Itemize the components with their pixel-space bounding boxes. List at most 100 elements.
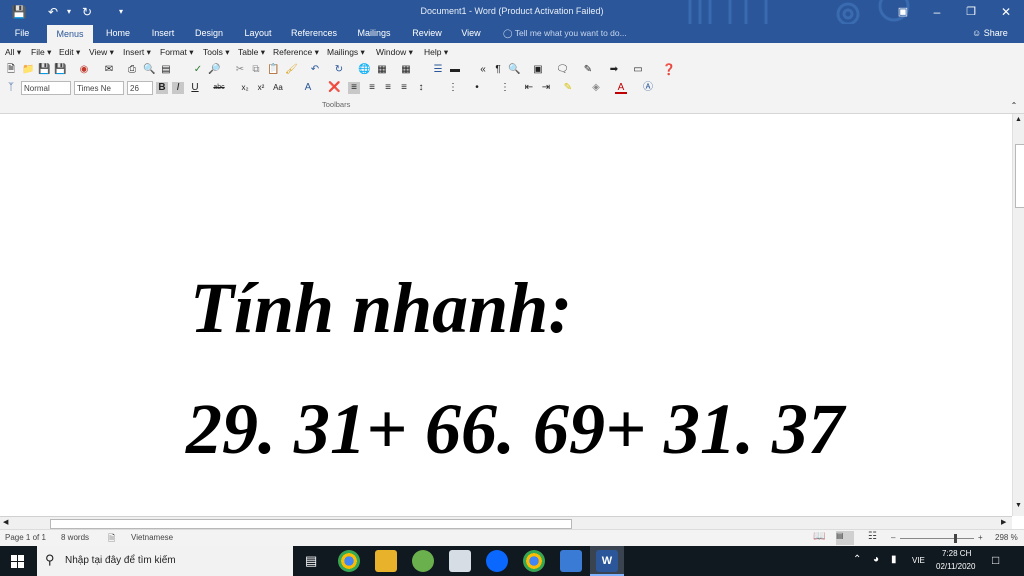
- tab-menus[interactable]: Menus: [47, 25, 93, 43]
- permission-icon[interactable]: ◉: [78, 64, 90, 76]
- word-taskbar-button[interactable]: W: [590, 546, 624, 576]
- align-center-icon[interactable]: ≡: [366, 82, 378, 94]
- chrome-icon[interactable]: [338, 550, 360, 572]
- comment-icon[interactable]: 🗨: [556, 64, 569, 76]
- reviewing-pane-icon[interactable]: ▭: [632, 64, 644, 76]
- print-icon[interactable]: ⎙: [126, 64, 138, 76]
- next-change-icon[interactable]: ➡: [608, 64, 620, 76]
- show-hide-icon[interactable]: ¶: [492, 64, 504, 76]
- save-icon[interactable]: 💾: [38, 64, 50, 76]
- insert-table-icon[interactable]: ▦: [400, 64, 412, 76]
- menu-file[interactable]: File ▾: [31, 47, 51, 58]
- menu-help[interactable]: Help ▾: [424, 47, 448, 58]
- scroll-right-icon[interactable]: ▶: [1001, 518, 1006, 526]
- font-select[interactable]: Times Ne: [74, 81, 124, 95]
- language-label[interactable]: Vietnamese: [131, 533, 173, 542]
- multilevel-list-icon[interactable]: ⋮: [499, 82, 511, 94]
- print-preview-icon[interactable]: 🔍: [143, 64, 155, 76]
- vertical-scrollbar[interactable]: ▲ ▼: [1012, 114, 1024, 516]
- task-view-icon[interactable]: ▤: [305, 553, 317, 569]
- align-left-icon[interactable]: ≡: [348, 82, 360, 94]
- save-all-icon[interactable]: 💾: [54, 64, 66, 76]
- ribbon-display-icon[interactable]: ▣: [886, 0, 920, 24]
- zalo-icon[interactable]: [486, 550, 508, 572]
- tab-mailings[interactable]: Mailings: [352, 24, 396, 43]
- numbering-icon[interactable]: ⋮: [447, 82, 459, 94]
- shading-icon[interactable]: ◈: [590, 82, 602, 94]
- app-green-icon[interactable]: [412, 550, 434, 572]
- zoom-icon[interactable]: 🔍: [508, 64, 520, 76]
- menu-window[interactable]: Window ▾: [376, 47, 413, 58]
- highlight-icon[interactable]: ✎: [562, 82, 574, 94]
- menu-tools[interactable]: Tools ▾: [203, 47, 229, 58]
- clock-time[interactable]: 7:28 CH: [942, 549, 971, 558]
- network-icon[interactable]: ◕: [873, 554, 879, 565]
- vertical-scroll-thumb[interactable]: [1015, 144, 1024, 208]
- tab-insert[interactable]: Insert: [145, 24, 181, 43]
- clock-date[interactable]: 02/11/2020: [936, 562, 975, 571]
- line-spacing-icon[interactable]: ↕: [415, 82, 427, 94]
- bold-icon[interactable]: B: [156, 82, 168, 94]
- styles-icon[interactable]: ᛉ: [5, 82, 17, 94]
- page-count[interactable]: Page 1 of 1: [5, 533, 46, 542]
- web-layout-icon[interactable]: ☷: [868, 531, 877, 542]
- align-right-icon[interactable]: ≡: [382, 82, 394, 94]
- spelling-icon[interactable]: ✓: [192, 64, 204, 76]
- menu-mailings[interactable]: Mailings ▾: [327, 47, 365, 58]
- menu-view[interactable]: View ▾: [89, 47, 114, 58]
- style-select[interactable]: Normal: [21, 81, 71, 95]
- font-size-select[interactable]: 26: [127, 81, 153, 95]
- tray-expand-icon[interactable]: ⌃: [853, 554, 861, 565]
- document-page[interactable]: Tính nhanh: 29. 31+ 66. 69+ 31. 37: [0, 114, 1012, 516]
- tables-borders-icon[interactable]: ▦: [376, 64, 388, 76]
- cut-icon[interactable]: ✂: [234, 64, 246, 76]
- minimize-button[interactable]: –: [920, 0, 954, 24]
- format-painter-icon[interactable]: 🖌: [285, 64, 298, 76]
- print-layout-icon[interactable]: ▤: [836, 531, 854, 545]
- strikethrough-icon[interactable]: abc: [213, 82, 225, 94]
- redo-icon[interactable]: ↻: [333, 64, 345, 76]
- tab-design[interactable]: Design: [189, 24, 229, 43]
- hyperlink-icon[interactable]: 🌐: [358, 64, 370, 76]
- battery-icon[interactable]: ▮: [891, 554, 897, 565]
- language-indicator[interactable]: VIE: [912, 556, 925, 565]
- justify-icon[interactable]: ≡: [398, 82, 410, 94]
- columns-icon[interactable]: ☰: [432, 64, 444, 76]
- open-folder-icon[interactable]: 📁: [22, 64, 34, 76]
- help-icon[interactable]: ❓: [662, 64, 676, 76]
- page-setup-icon[interactable]: ▤: [160, 64, 172, 76]
- email-icon[interactable]: ✉: [103, 64, 115, 76]
- restore-button[interactable]: ❐: [954, 0, 988, 24]
- notifications-icon[interactable]: □: [992, 553, 999, 567]
- scroll-up-icon[interactable]: ▲: [1015, 116, 1022, 123]
- zoom-in-button[interactable]: +: [978, 533, 983, 542]
- copy-icon[interactable]: ⧉: [250, 64, 262, 76]
- menu-all[interactable]: All ▾: [5, 47, 21, 58]
- font-color-icon[interactable]: A: [615, 82, 627, 94]
- tab-layout[interactable]: Layout: [238, 24, 278, 43]
- menu-reference[interactable]: Reference ▾: [273, 47, 319, 58]
- decrease-indent-icon[interactable]: ⇤: [523, 82, 535, 94]
- zoom-level[interactable]: 298 %: [995, 533, 1018, 542]
- app-network-icon[interactable]: [560, 550, 582, 572]
- tab-review[interactable]: Review: [407, 24, 447, 43]
- horizontal-scroll-thumb[interactable]: [50, 519, 572, 529]
- drawing-icon[interactable]: ▬: [449, 64, 461, 76]
- underline-icon[interactable]: U: [189, 82, 201, 94]
- zoom-slider-thumb[interactable]: [954, 534, 957, 543]
- change-case-icon[interactable]: Aa: [272, 82, 284, 94]
- tab-references[interactable]: References: [288, 24, 340, 43]
- clear-formatting-icon[interactable]: ❌: [328, 82, 340, 94]
- scroll-left-icon[interactable]: ◀: [3, 518, 8, 526]
- track-changes-icon[interactable]: ✎: [582, 64, 594, 76]
- menu-edit[interactable]: Edit ▾: [59, 47, 80, 58]
- tab-home[interactable]: Home: [100, 24, 136, 43]
- new-document-icon[interactable]: 🗎: [5, 64, 17, 76]
- proofing-icon[interactable]: 🗎: [108, 531, 115, 547]
- tell-me-box[interactable]: ◯ Tell me what you want to do...: [503, 24, 627, 43]
- close-button[interactable]: ✕: [989, 0, 1023, 24]
- zoom-slider[interactable]: [900, 538, 974, 539]
- chrome-icon-2[interactable]: [523, 550, 545, 572]
- scroll-down-icon[interactable]: ▼: [1015, 502, 1022, 509]
- menu-table[interactable]: Table ▾: [238, 47, 265, 58]
